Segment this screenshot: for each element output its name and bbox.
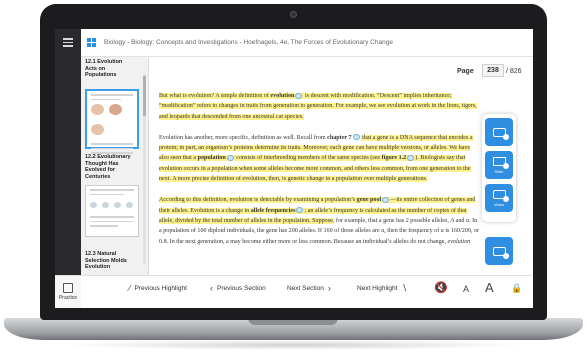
- increase-font-button[interactable]: A: [485, 280, 494, 295]
- audio-off-icon[interactable]: 🔇: [434, 281, 448, 294]
- apps-grid-icon[interactable]: [87, 38, 96, 47]
- glossary-icon[interactable]: [295, 92, 303, 99]
- next-highlight-button[interactable]: Next Highlight ∖: [357, 283, 407, 294]
- highlighter-icon: ∖: [401, 283, 408, 293]
- practice-icon: [63, 283, 73, 293]
- paragraph: But what is evolution? A simple definiti…: [159, 92, 477, 120]
- webcam: [290, 11, 297, 18]
- page-thumbnail[interactable]: [85, 89, 139, 158]
- next-section-button[interactable]: Next Section ›: [287, 283, 331, 293]
- toc-item[interactable]: 12.3 Natural Selection Molds Evolution: [81, 249, 137, 273]
- slide-icon: [492, 156, 509, 169]
- figure-icon[interactable]: [407, 155, 415, 162]
- page-thumbnail[interactable]: [85, 185, 139, 237]
- paragraph: According to this definition, evolution …: [159, 196, 480, 245]
- left-sidebar: [55, 57, 81, 308]
- figure-link[interactable]: figure 1.2: [382, 155, 407, 161]
- glossary-icon[interactable]: [382, 196, 390, 203]
- lock-icon[interactable]: 🔒: [511, 283, 522, 294]
- practice-button[interactable]: Practice: [55, 275, 81, 308]
- media-button[interactable]: Video: [485, 184, 513, 212]
- chevron-left-icon: ‹: [210, 283, 213, 293]
- decrease-font-button[interactable]: A: [463, 284, 469, 294]
- paragraph: Evolution has another, more specific, de…: [159, 134, 473, 183]
- reading-content: But what is evolution? A simple definiti…: [159, 91, 481, 258]
- glossary-icon[interactable]: [352, 134, 360, 141]
- page-label: Page: [457, 68, 474, 75]
- laptop-shadow: [60, 340, 527, 350]
- highlighter-icon: ∕: [129, 283, 131, 293]
- media-button[interactable]: Slide: [485, 151, 513, 179]
- breadcrumb: Biology - Biology: Concepts and Investig…: [104, 39, 393, 46]
- ebook-reader-screen: Biology - Biology: Concepts and Investig…: [55, 29, 533, 308]
- chapter-link[interactable]: chapter 7: [327, 135, 351, 141]
- media-button[interactable]: [485, 118, 513, 146]
- glossary-icon[interactable]: [296, 207, 304, 214]
- glossary-icon[interactable]: [226, 155, 234, 162]
- hamburger-menu-icon[interactable]: [55, 29, 81, 57]
- toc-item[interactable]: 12.1 Evolution Acts on Populations: [81, 57, 137, 81]
- page-number-input[interactable]: 238: [482, 64, 504, 77]
- top-bar: Biology - Biology: Concepts and Investig…: [55, 29, 533, 57]
- media-button[interactable]: [485, 237, 513, 265]
- previous-section-button[interactable]: ‹ Previous Section: [210, 283, 266, 293]
- video-icon: [492, 127, 509, 140]
- toc-item[interactable]: 12.2 Evolutionary Thought Has Evolved fo…: [81, 152, 137, 182]
- video-icon: [492, 246, 509, 259]
- table-of-contents: 12.1 Evolution Acts on Populations 12.2 …: [81, 57, 149, 275]
- chevron-right-icon: ›: [327, 283, 331, 293]
- page-total: / 826: [506, 68, 522, 75]
- previous-highlight-button[interactable]: ∕ Previous Highlight: [129, 283, 187, 293]
- toc-scrollbar-thumb[interactable]: [143, 76, 146, 116]
- video-icon: [492, 189, 509, 202]
